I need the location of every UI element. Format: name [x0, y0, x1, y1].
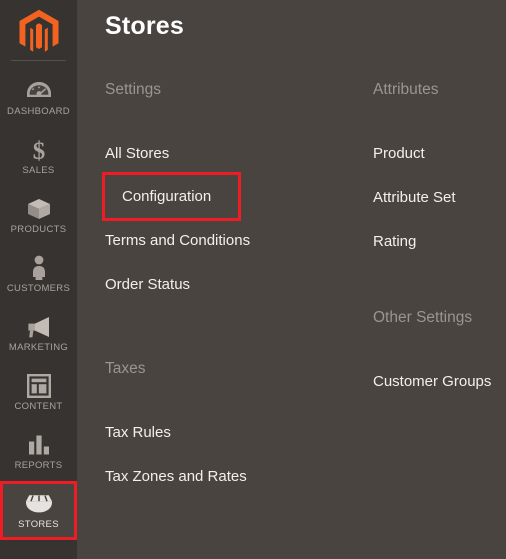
- sidebar-item-marketing[interactable]: MARKETING: [0, 304, 77, 363]
- magento-logo[interactable]: [0, 0, 77, 60]
- sidebar-item-label: PRODUCTS: [10, 224, 67, 236]
- menu-link-order-status[interactable]: Order Status: [105, 262, 192, 306]
- bar-chart-icon: [27, 432, 51, 458]
- sidebar-item-stores[interactable]: STORES: [0, 481, 77, 540]
- dashboard-gauge-icon: [26, 78, 52, 104]
- person-icon: [30, 255, 48, 281]
- magento-admin-stores-menu: DASHBOARD $ SALES PRODUCTS CUSTOMERS MAR…: [0, 0, 506, 559]
- menu-link-product[interactable]: Product: [373, 131, 427, 175]
- sidebar-item-customers[interactable]: CUSTOMERS: [0, 245, 77, 304]
- section-heading-other-settings: Other Settings: [373, 309, 473, 327]
- store-awning-icon: [24, 491, 54, 517]
- megaphone-icon: [25, 314, 53, 340]
- sidebar-item-label: SALES: [22, 165, 55, 177]
- section-heading-attributes: Attributes: [373, 81, 439, 99]
- sidebar-item-label: CONTENT: [14, 401, 63, 413]
- box-package-icon: [26, 196, 52, 222]
- sidebar-item-sales[interactable]: $ SALES: [0, 127, 77, 186]
- sidebar-item-label: REPORTS: [14, 460, 63, 472]
- sidebar-item-dashboard[interactable]: DASHBOARD: [0, 68, 77, 127]
- menu-link-all-stores[interactable]: All Stores: [105, 131, 171, 175]
- dollar-sign-icon: $: [29, 137, 49, 163]
- sidebar-item-reports[interactable]: REPORTS: [0, 422, 77, 481]
- menu-link-configuration[interactable]: Configuration: [102, 172, 241, 221]
- page-title: Stores: [105, 12, 185, 40]
- menu-link-tax-rules[interactable]: Tax Rules: [105, 410, 173, 454]
- magento-logo-icon: [19, 9, 58, 52]
- sidebar-item-label: CUSTOMERS: [6, 283, 71, 295]
- menu-link-tax-zones-and-rates[interactable]: Tax Zones and Rates: [105, 454, 249, 498]
- sidebar-item-label: DASHBOARD: [7, 106, 70, 118]
- section-heading-settings: Settings: [105, 81, 162, 99]
- menu-column-left: Settings All Stores Configuration Terms …: [102, 79, 373, 498]
- menu-link-attribute-set[interactable]: Attribute Set: [373, 175, 458, 219]
- menu-link-rating[interactable]: Rating: [373, 219, 418, 263]
- menu-link-customer-groups[interactable]: Customer Groups: [373, 359, 493, 403]
- sidebar-item-label: STORES: [18, 519, 59, 531]
- page-layout-icon: [26, 373, 51, 399]
- menu-column-right: Attributes Product Attribute Set Rating …: [373, 79, 506, 498]
- sidebar-item-content[interactable]: CONTENT: [0, 363, 77, 422]
- menu-columns: Settings All Stores Configuration Terms …: [102, 79, 506, 498]
- admin-sidebar: DASHBOARD $ SALES PRODUCTS CUSTOMERS MAR…: [0, 0, 77, 559]
- section-heading-taxes: Taxes: [105, 360, 146, 378]
- stores-menu-panel: Stores Settings All Stores Configuration…: [77, 0, 506, 559]
- sidebar-nav-list: DASHBOARD $ SALES PRODUCTS CUSTOMERS MAR…: [0, 61, 77, 540]
- sidebar-item-products[interactable]: PRODUCTS: [0, 186, 77, 245]
- menu-link-terms-and-conditions[interactable]: Terms and Conditions: [105, 218, 252, 262]
- svg-text:$: $: [32, 138, 45, 163]
- sidebar-item-label: MARKETING: [8, 342, 69, 354]
